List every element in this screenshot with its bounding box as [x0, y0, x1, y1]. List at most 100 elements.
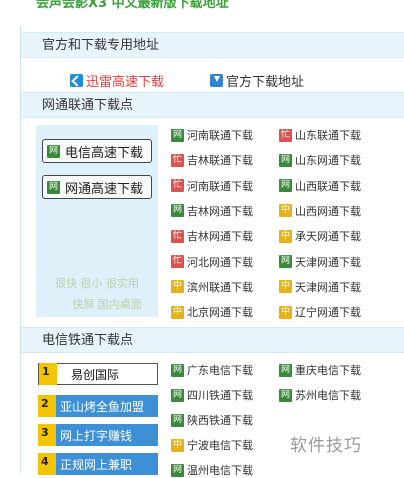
download-link[interactable]: 中辽宁网通下载 — [279, 304, 361, 320]
download-link[interactable]: 中承天网通下载 — [279, 228, 361, 244]
ranked-ad-item[interactable]: 3 网上打字赚钱 — [38, 424, 158, 446]
download-link-label: 河南联通下载 — [187, 129, 253, 142]
status-badge-icon: 忙 — [171, 255, 184, 268]
download-link[interactable]: 忙吉林网通下载 — [171, 228, 253, 244]
page-header: 会声会影X3 中文最新版下载地址 — [0, 0, 404, 16]
status-badge-icon: 网 — [171, 363, 184, 377]
download-link-label: 山西网通下载 — [295, 204, 361, 218]
download-link-label: 吉林联通下载 — [187, 154, 253, 168]
status-badge-icon: 网 — [171, 413, 184, 427]
download-link[interactable]: 网河南联通下载 — [171, 127, 253, 143]
fast-download-box: 网 电信高速下载 网 网通高速下载 很快 很小 很实用 快屏 国内桌面 — [36, 125, 158, 317]
rank-label: 易创国际 — [71, 367, 120, 382]
status-badge-icon: 忙 — [171, 229, 184, 243]
status-badge-icon: 网 — [171, 463, 184, 477]
download-link-label: 吉林网通下载 — [187, 230, 253, 244]
status-badge-icon: 网 — [279, 388, 292, 402]
status-badge-icon: 中 — [279, 280, 292, 294]
telecom-fast-download-button[interactable]: 网 电信高速下载 — [42, 139, 152, 163]
status-badge-icon: 网 — [279, 179, 292, 193]
download-link-label: 滨州联通下载 — [187, 280, 253, 294]
download-link-label: 温州电信下载 — [187, 464, 253, 477]
download-link[interactable]: 网陕西铁通下载 — [171, 412, 253, 428]
download-link[interactable]: 忙河北网通下载 — [171, 254, 253, 270]
section-title-netcom: 网通联通下载点 — [21, 92, 404, 118]
status-badge-icon: 忙 — [171, 179, 184, 193]
thunder-download-icon — [70, 74, 83, 87]
download-link[interactable]: 网广东电信下载 — [171, 362, 253, 378]
section-title-official: 官方和下载专用地址 — [21, 32, 404, 58]
download-link[interactable]: 网重庆电信下载 — [279, 362, 361, 378]
status-badge-icon: 网 — [171, 128, 184, 142]
download-link-label: 苏州电信下载 — [295, 389, 361, 402]
page-title: 会声会影X3 中文最新版下载地址 — [36, 0, 229, 11]
download-link[interactable]: 忙河南联通下载 — [171, 178, 253, 194]
rank-number: 4 — [38, 453, 56, 475]
download-link-label: 河南联通下载 — [187, 179, 253, 193]
download-link-label: 广东电信下载 — [187, 364, 253, 377]
download-link[interactable]: 中滨州联通下载 — [171, 279, 253, 295]
download-link[interactable]: 网四川铁通下载 — [171, 387, 253, 403]
section-title-telecom: 电信铁通下载点 — [21, 327, 404, 353]
rank-label: 亚山烤全鱼加盟 — [60, 399, 145, 414]
download-link-label: 河北网通下载 — [187, 255, 253, 269]
status-badge-icon: 网 — [171, 388, 184, 402]
download-link[interactable]: 中宁波电信下载 — [171, 437, 253, 453]
download-link[interactable]: 网山东网通下载 — [279, 152, 361, 168]
download-link[interactable]: 忙山东联通下载 — [279, 127, 361, 143]
download-link[interactable]: 忙吉林联通下载 — [171, 152, 253, 168]
ad-tagline-2: 快屏 国内桌面 — [72, 298, 142, 311]
status-badge-icon: 网 — [279, 363, 292, 377]
net-badge-icon: 网 — [47, 144, 60, 158]
button-label: 电信高速下载 — [65, 145, 144, 161]
netcom-fast-download-button[interactable]: 网 网通高速下载 — [42, 175, 152, 199]
download-link[interactable]: 中山西网通下载 — [279, 203, 361, 219]
download-link[interactable]: 网山西联通下载 — [279, 178, 361, 194]
download-link[interactable]: 中天津网通下载 — [279, 279, 361, 295]
official-download-link[interactable]: 官方下载地址 — [210, 71, 304, 90]
rank-label: 网上打字赚钱 — [60, 428, 133, 443]
download-link-label: 天津网通下载 — [295, 255, 361, 269]
rank-label: 正规网上兼职 — [60, 457, 133, 472]
watermark: 软件技巧 — [282, 419, 404, 473]
ranked-ad-item[interactable]: 4 正规网上兼职 — [38, 453, 158, 475]
download-link[interactable]: 网天津网通下载 — [279, 254, 361, 270]
status-badge-icon: 中 — [171, 280, 184, 294]
download-arrow-icon — [210, 74, 224, 87]
download-link[interactable]: 网苏州电信下载 — [279, 387, 361, 403]
status-badge-icon: 中 — [279, 305, 292, 319]
status-badge-icon: 忙 — [171, 153, 184, 167]
xunlei-download-link[interactable]: 迅雷高速下载 — [70, 71, 164, 90]
xunlei-download-label: 迅雷高速下载 — [86, 75, 165, 90]
rank-number: 3 — [38, 424, 56, 446]
ranked-ad-item[interactable]: 2 亚山烤全鱼加盟 — [38, 395, 158, 417]
download-link[interactable]: 网吉林网通下载 — [171, 203, 253, 219]
download-link-label: 山东网通下载 — [295, 154, 361, 168]
button-label: 网通高速下载 — [65, 181, 144, 197]
download-link[interactable]: 中北京网通下载 — [171, 304, 253, 320]
ranked-ad-item[interactable]: 1 易创国际 — [38, 363, 158, 385]
download-link-label: 山东联通下载 — [295, 129, 361, 142]
rank-number: 1 — [39, 363, 57, 385]
status-badge-icon: 忙 — [279, 128, 292, 142]
download-link-label: 北京网通下载 — [187, 306, 253, 320]
download-link-label: 吉林网通下载 — [187, 204, 253, 218]
download-link-label: 重庆电信下载 — [295, 364, 361, 377]
download-link[interactable]: 网温州电信下载 — [171, 462, 253, 478]
status-badge-icon: 中 — [171, 438, 184, 452]
status-badge-icon: 网 — [171, 204, 184, 218]
download-link-label: 陕西铁通下载 — [187, 414, 253, 427]
status-badge-icon: 中 — [279, 229, 292, 243]
download-link-label: 山西联通下载 — [295, 179, 361, 193]
status-badge-icon: 网 — [279, 153, 292, 167]
status-badge-icon: 中 — [171, 305, 184, 319]
download-link-label: 辽宁网通下载 — [295, 306, 361, 320]
watermark-text: 软件技巧 — [290, 436, 362, 456]
download-link-label: 四川铁通下载 — [187, 389, 253, 402]
download-link-label: 天津网通下载 — [295, 280, 361, 294]
net-badge-icon: 网 — [47, 180, 60, 194]
download-link-label: 宁波电信下载 — [187, 439, 253, 452]
status-badge-icon: 中 — [279, 204, 292, 218]
official-download-label: 官方下载地址 — [226, 75, 305, 90]
ad-tagline: 很快 很小 很实用 — [55, 277, 139, 290]
